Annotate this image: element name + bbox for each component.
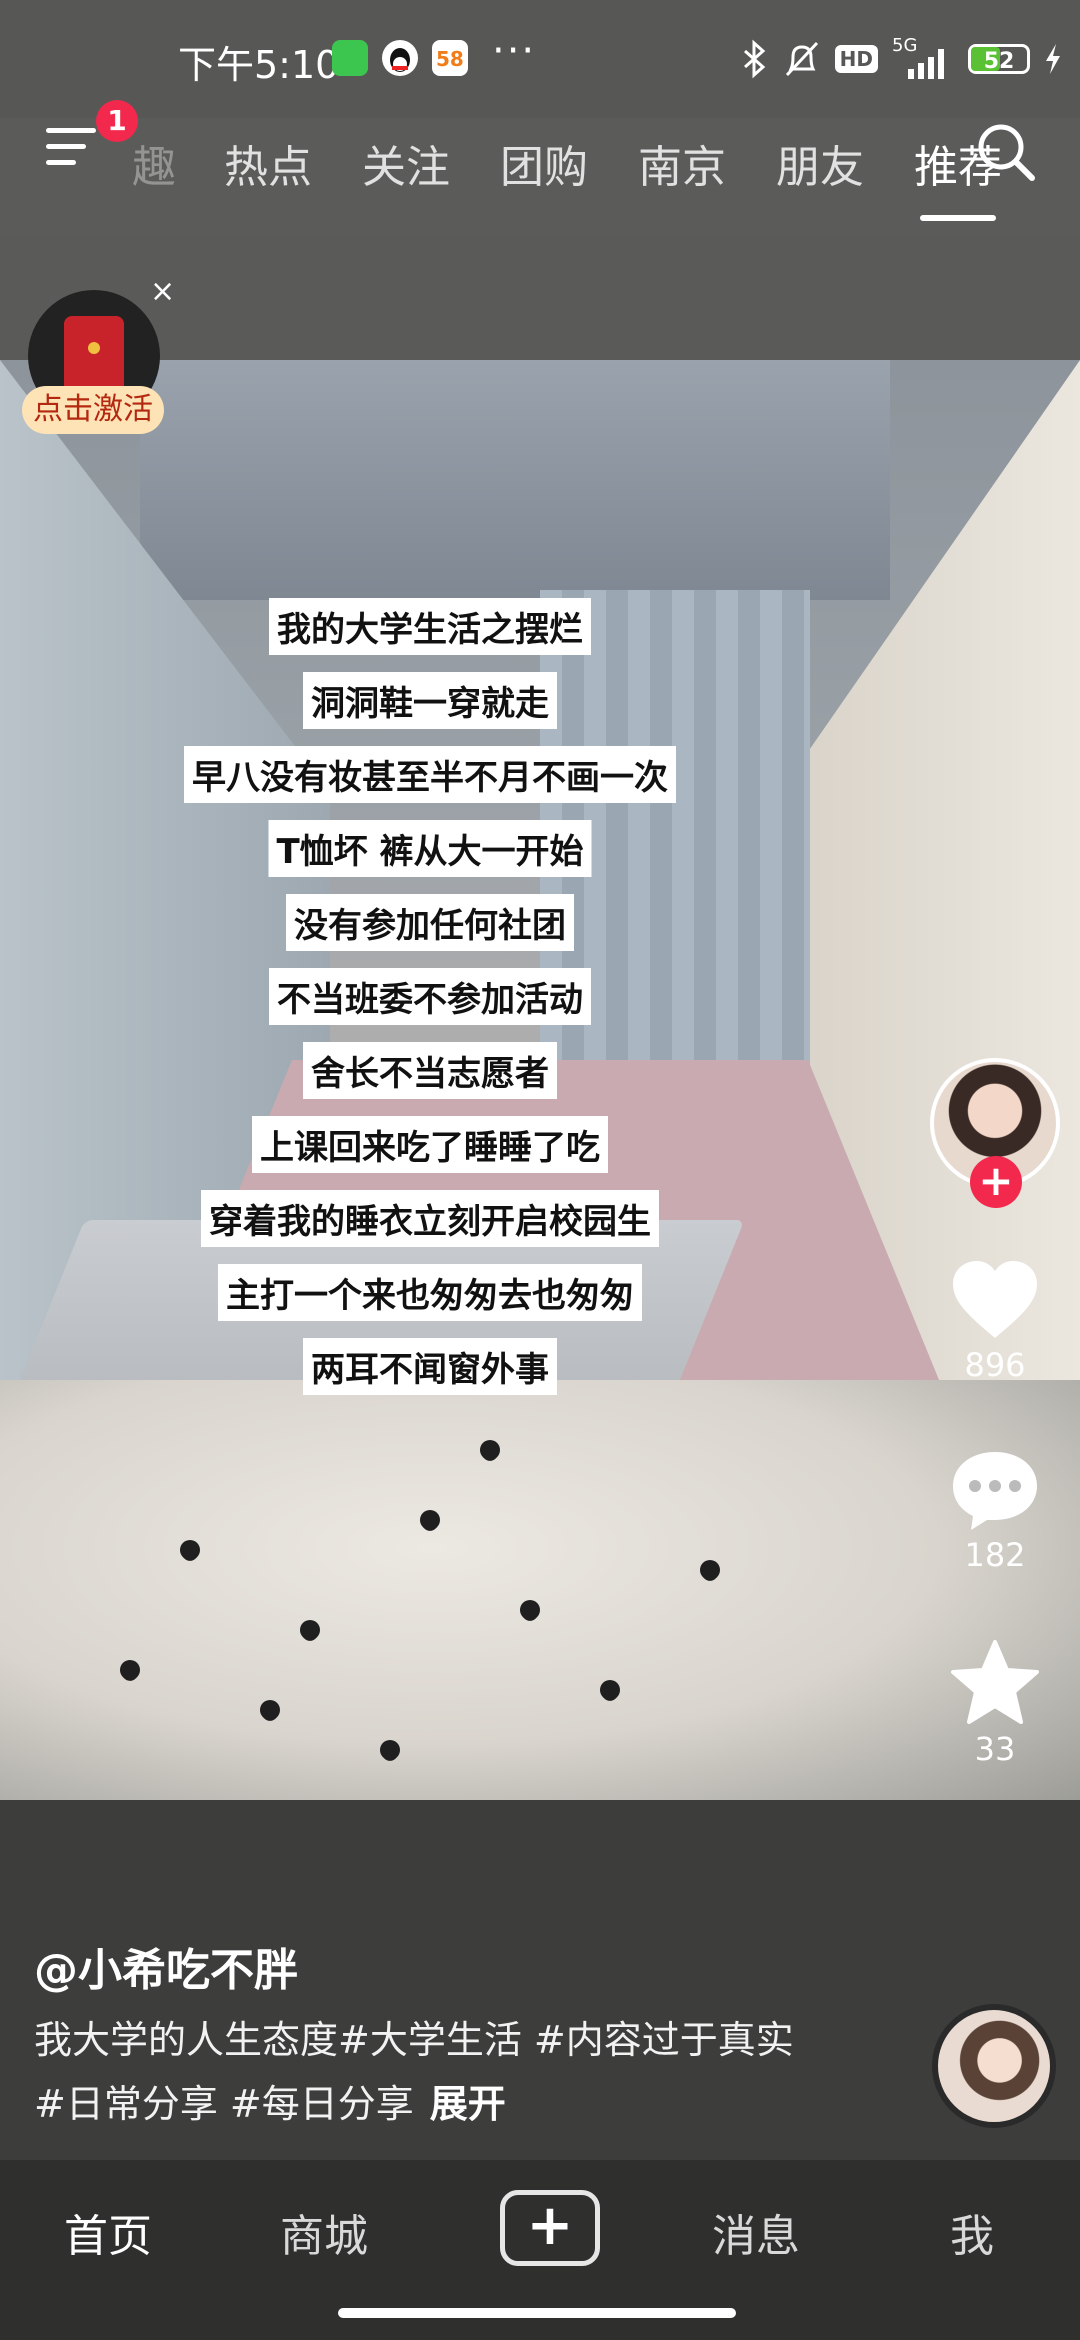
comment-icon <box>953 1452 1037 1530</box>
caption-line: 没有参加任何社团 <box>286 894 574 951</box>
music-disc-avatar[interactable] <box>932 2004 1056 2128</box>
tab-hot[interactable]: 热点 <box>224 131 312 195</box>
charging-icon <box>1046 44 1060 74</box>
status-time: 下午5:10 <box>178 43 340 87</box>
caption-line: 上课回来吃了睡睡了吃 <box>252 1116 608 1173</box>
caption-line: T恤坏 裤从大一开始 <box>268 820 592 877</box>
58-app-icon: 58 <box>432 40 468 76</box>
wechat-app-icon <box>332 40 368 76</box>
caption-line: 洞洞鞋一穿就走 <box>303 672 557 729</box>
tab-local[interactable]: 南京 <box>638 131 726 195</box>
video-scene-blanket <box>0 1380 1080 1800</box>
comment-button[interactable]: 182 <box>930 1448 1060 1574</box>
red-packet-close-icon[interactable]: × <box>150 274 175 309</box>
caption-line: 我的大学生活之摆烂 <box>269 598 591 655</box>
tab-profile[interactable]: 我 <box>950 2200 994 2264</box>
follow-button[interactable]: + <box>970 1156 1022 1208</box>
caption-line: 舍长不当志愿者 <box>303 1042 557 1099</box>
author-name[interactable]: @小希吃不胖 <box>34 1934 298 1998</box>
post-description[interactable]: 我大学的人生态度#大学生活 #内容过于真实 #日常分享 #每日分享 展开 <box>34 2008 834 2136</box>
caption-line: 主打一个来也匆匆去也匆匆 <box>218 1264 642 1321</box>
mute-bell-icon <box>785 41 818 77</box>
tab-following[interactable]: 关注 <box>362 131 450 195</box>
status-indicators: HD 5G 52 <box>741 34 1062 84</box>
video-scene-ceiling <box>140 360 890 600</box>
tab-partial[interactable]: 趣 <box>132 131 176 195</box>
search-icon <box>978 124 1035 181</box>
qq-app-icon <box>382 40 418 76</box>
description-text: 我大学的人生态度#大学生活 #内容过于真实 #日常分享 #每日分享 <box>34 2018 794 2126</box>
bluetooth-icon <box>743 39 765 79</box>
caption-line: 穿着我的睡衣立刻开启校园生 <box>201 1190 659 1247</box>
favorite-button[interactable]: 33 <box>930 1638 1060 1768</box>
red-envelope-icon <box>64 316 124 396</box>
heart-icon <box>953 1261 1037 1338</box>
like-count: 896 <box>964 1346 1026 1384</box>
like-button[interactable]: 896 <box>930 1258 1060 1384</box>
red-packet-activate-label[interactable]: 点击激活 <box>22 386 164 434</box>
signal-icon: 5G <box>892 35 954 79</box>
tab-group-buy[interactable]: 团购 <box>500 131 588 195</box>
tab-friends[interactable]: 朋友 <box>776 131 864 195</box>
battery-icon: 52 <box>968 44 1030 74</box>
star-icon <box>951 1640 1039 1724</box>
feed-tabs: 趣 热点 关注 团购 南京 朋友 推荐 <box>132 118 1052 221</box>
more-notifications-icon: ··· <box>492 28 537 74</box>
hd-badge: HD <box>834 45 878 73</box>
battery-level: 52 <box>983 49 1015 74</box>
expand-link[interactable]: 展开 <box>430 2082 506 2126</box>
favorite-count: 33 <box>974 1730 1016 1768</box>
comment-count: 182 <box>964 1536 1026 1574</box>
tab-messages[interactable]: 消息 <box>712 2200 800 2264</box>
create-post-button[interactable]: + <box>500 2190 600 2266</box>
caption-line: 不当班委不参加活动 <box>269 968 591 1025</box>
tab-home[interactable]: 首页 <box>64 2200 152 2264</box>
caption-line: 早八没有妆甚至半不月不画一次 <box>184 746 676 803</box>
home-indicator[interactable] <box>338 2308 736 2318</box>
tab-mall[interactable]: 商城 <box>280 2200 368 2264</box>
caption-line: 两耳不闻窗外事 <box>303 1338 557 1395</box>
svg-text:58: 58 <box>436 47 464 71</box>
search-button[interactable] <box>974 120 1038 184</box>
menu-button[interactable] <box>46 122 102 170</box>
